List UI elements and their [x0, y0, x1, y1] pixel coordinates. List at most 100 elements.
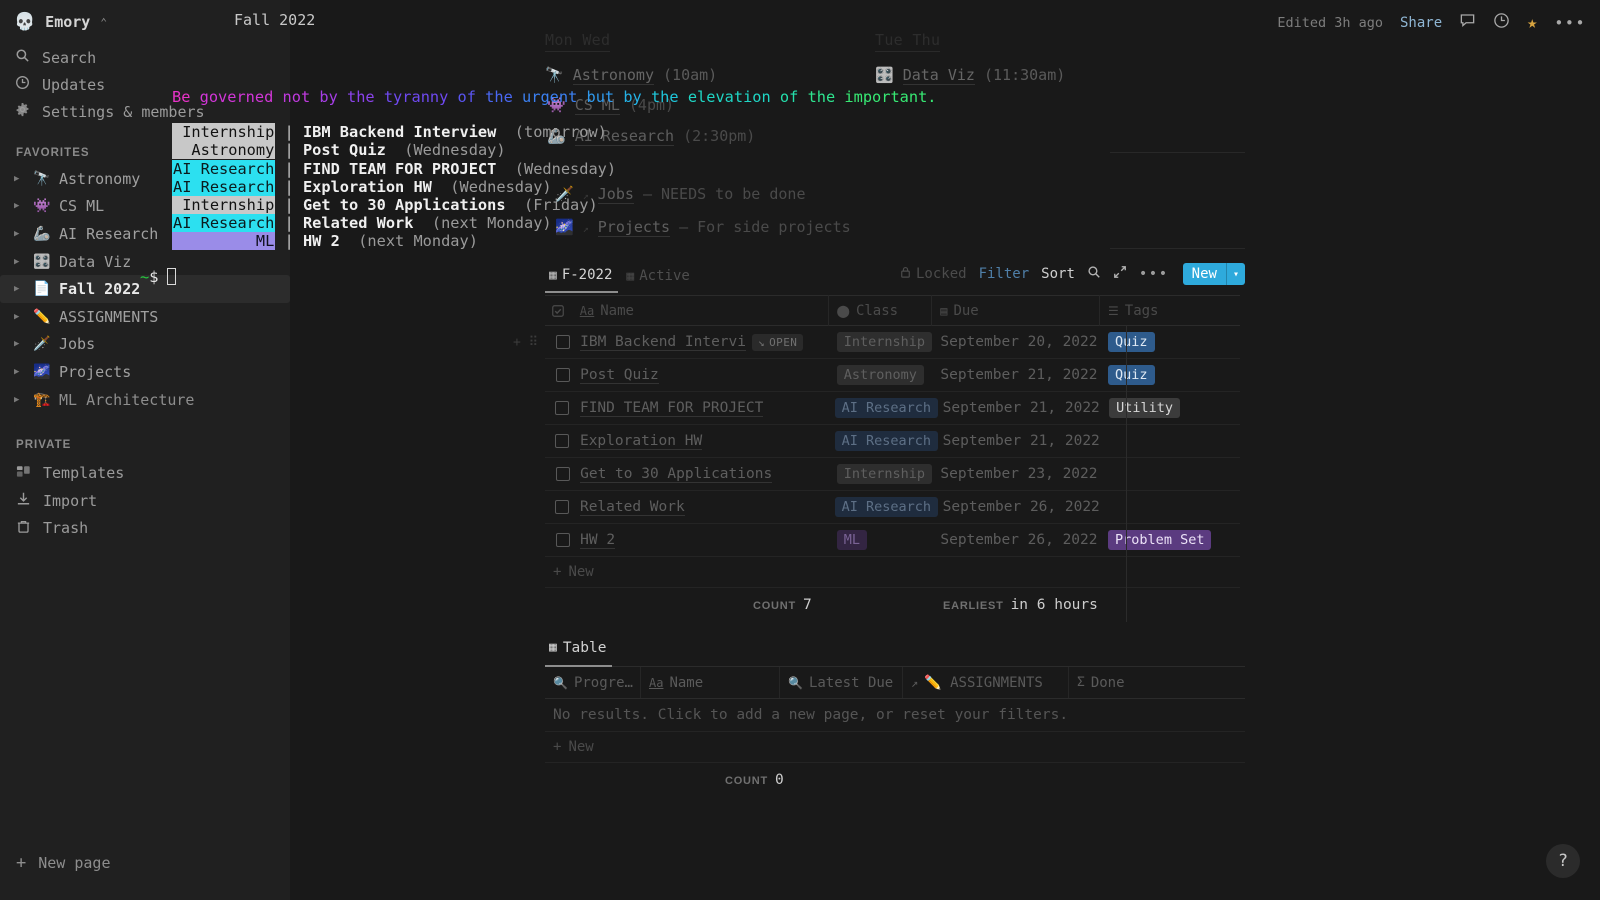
sidebar-item-search[interactable]: Search [0, 44, 290, 71]
column-header-tags[interactable]: ☰ Tags [1100, 295, 1240, 326]
column-header-name[interactable]: Aa Name [641, 667, 780, 698]
cell-due[interactable]: September 26, 2022 [932, 524, 1100, 557]
column-header-due[interactable]: ▤ Due [932, 295, 1100, 326]
cell-tags[interactable]: Quiz [1100, 326, 1240, 359]
tab-table[interactable]: ▦ Table [545, 638, 613, 667]
schedule-entry-label[interactable]: Data Viz [902, 66, 975, 85]
cell-name[interactable]: Get to 30 Applications [572, 458, 829, 491]
row-checkbox[interactable] [545, 458, 572, 491]
table-row[interactable]: FIND TEAM FOR PROJECT AI Research Septembe… [545, 392, 1240, 425]
cell-tags[interactable] [1101, 491, 1240, 524]
more-icon[interactable]: ••• [1554, 14, 1586, 32]
summary-count[interactable]: COUNT 0 [725, 772, 784, 788]
row-checkbox[interactable] [545, 524, 572, 557]
add-new-row-button[interactable]: + New [545, 557, 1240, 588]
cell-name[interactable]: Post Quiz [572, 359, 829, 392]
table-row[interactable]: + ⠿ IBM Backend Intervi ↘ OPEN Internship Sep… [513, 326, 1240, 359]
search-icon[interactable] [1087, 265, 1101, 283]
cell-tags[interactable]: Problem Set [1100, 524, 1240, 557]
database-view-tabs: ▦ Table [545, 636, 1245, 667]
new-item-button[interactable]: New ▾ [1182, 263, 1245, 285]
cell-due[interactable]: September 20, 2022 [932, 326, 1100, 359]
chevron-right-icon[interactable]: ▶ [14, 395, 25, 405]
cell-class[interactable]: AI Research [827, 491, 939, 524]
column-header-latest-due[interactable]: 🔍 Latest Due [780, 667, 903, 698]
sidebar-item-assignments[interactable]: ▶ ✏️ ASSIGNMENTS [0, 303, 290, 331]
cell-tags[interactable]: Utility [1101, 392, 1240, 425]
sidebar-item-jobs[interactable]: ▶ 🗡️ Jobs [0, 331, 290, 359]
cell-class[interactable]: AI Research [827, 392, 939, 425]
table-row[interactable]: Related Work AI Research September 26, 202… [545, 491, 1240, 524]
cell-tags[interactable] [1101, 425, 1240, 458]
cell-name[interactable]: FIND TEAM FOR PROJECT [572, 392, 827, 425]
summary-count[interactable]: COUNT 7 [753, 597, 812, 613]
sidebar-item-import[interactable]: Import [0, 487, 290, 515]
row-checkbox[interactable] [545, 326, 572, 359]
cell-class[interactable]: Internship [829, 326, 933, 359]
column-header-done[interactable]: Σ Done [1069, 667, 1240, 698]
cell-name[interactable]: HW 2 [572, 524, 829, 557]
add-new-row-button[interactable]: + New [545, 732, 1245, 763]
row-checkbox[interactable] [545, 392, 572, 425]
cell-due[interactable]: September 21, 2022 [935, 392, 1101, 425]
chevron-right-icon[interactable]: ▶ [14, 339, 25, 349]
open-page-button[interactable]: ↘ OPEN [752, 333, 804, 351]
table-row[interactable]: Post Quiz Astronomy September 21, 2022 Quiz [545, 359, 1240, 392]
column-header-class[interactable]: ⬤ Class [829, 295, 933, 326]
star-icon[interactable]: ★ [1527, 13, 1537, 33]
summary-value: 7 [802, 597, 812, 613]
row-checkbox[interactable] [545, 491, 572, 524]
cell-name[interactable]: Exploration HW [572, 425, 827, 458]
row-checkbox[interactable] [545, 359, 572, 392]
cell-class[interactable]: AI Research [827, 425, 939, 458]
quote-word: important. [835, 88, 937, 106]
column-header-name[interactable]: Aa Name [572, 295, 829, 326]
cell-tags[interactable] [1100, 458, 1240, 491]
cell-class[interactable]: Astronomy [829, 359, 933, 392]
filter-button[interactable]: Filter [979, 266, 1030, 282]
column-header-assignments[interactable]: ↗ ✏️ ASSIGNMENTS [903, 667, 1069, 698]
cell-due[interactable]: September 26, 2022 [935, 491, 1101, 524]
chevron-right-icon[interactable]: ▶ [14, 312, 25, 322]
schedule-entry[interactable]: 🎛️ Data Viz (11:30am) [875, 66, 1065, 85]
chevron-right-icon[interactable]: ▶ [14, 367, 25, 377]
sidebar-item-trash[interactable]: Trash [0, 515, 290, 543]
quote-word: governed [190, 88, 274, 106]
breadcrumb[interactable]: Fall 2022 [234, 11, 315, 29]
cell-tags[interactable]: Quiz [1100, 359, 1240, 392]
sidebar-item-templates[interactable]: Templates [0, 459, 290, 487]
cell-class[interactable]: Internship [829, 458, 933, 491]
terminal-prompt[interactable]: ~ $ [140, 268, 960, 286]
cell-name[interactable]: Related Work [572, 491, 827, 524]
column-header-progress[interactable]: 🔍 Progre… [545, 667, 641, 698]
due-date: September 23, 2022 [940, 466, 1098, 482]
cell-due[interactable]: September 23, 2022 [932, 458, 1100, 491]
schedule-entry-label[interactable]: Astronomy [572, 66, 654, 85]
row-add-handle[interactable]: + ⠿ [513, 335, 538, 350]
sort-button[interactable]: Sort [1041, 266, 1075, 282]
comment-icon[interactable] [1459, 12, 1476, 33]
due-date: September 21, 2022 [942, 400, 1100, 416]
help-button[interactable]: ? [1546, 844, 1580, 878]
cell-due[interactable]: September 21, 2022 [932, 359, 1100, 392]
expand-icon[interactable] [1113, 265, 1127, 283]
table-row[interactable]: Get to 30 Applications Internship Septembe… [545, 458, 1240, 491]
summary-earliest[interactable]: EARLIEST in 6 hours [943, 597, 1098, 613]
sidebar-item-ml-architecture[interactable]: ▶ 🏗️ ML Architecture [0, 386, 290, 414]
cell-name[interactable]: IBM Backend Intervi ↘ OPEN [572, 326, 829, 359]
table-row[interactable]: HW 2 ML September 26, 2022 Problem Set [545, 524, 1240, 557]
more-icon[interactable]: ••• [1139, 266, 1169, 282]
row-checkbox[interactable] [545, 425, 572, 458]
select-all-checkbox[interactable] [545, 295, 572, 326]
cell-due[interactable]: September 21, 2022 [935, 425, 1101, 458]
sidebar-item-projects[interactable]: ▶ 🌌 Projects [0, 358, 290, 386]
table-row[interactable]: Exploration HW AI Research September 21, 2… [545, 425, 1240, 458]
chevron-down-icon[interactable]: ▾ [1225, 263, 1245, 285]
schedule-entry[interactable]: 🔭 Astronomy (10am) [545, 66, 717, 85]
share-button[interactable]: Share [1400, 15, 1442, 31]
new-page-button[interactable]: + New page [0, 848, 290, 878]
cell-class[interactable]: ML [829, 524, 933, 557]
empty-state-message[interactable]: No results. Click to add a new page, or … [545, 699, 1245, 732]
tag-pill: Problem Set [1108, 530, 1212, 550]
history-icon[interactable] [1493, 12, 1510, 33]
